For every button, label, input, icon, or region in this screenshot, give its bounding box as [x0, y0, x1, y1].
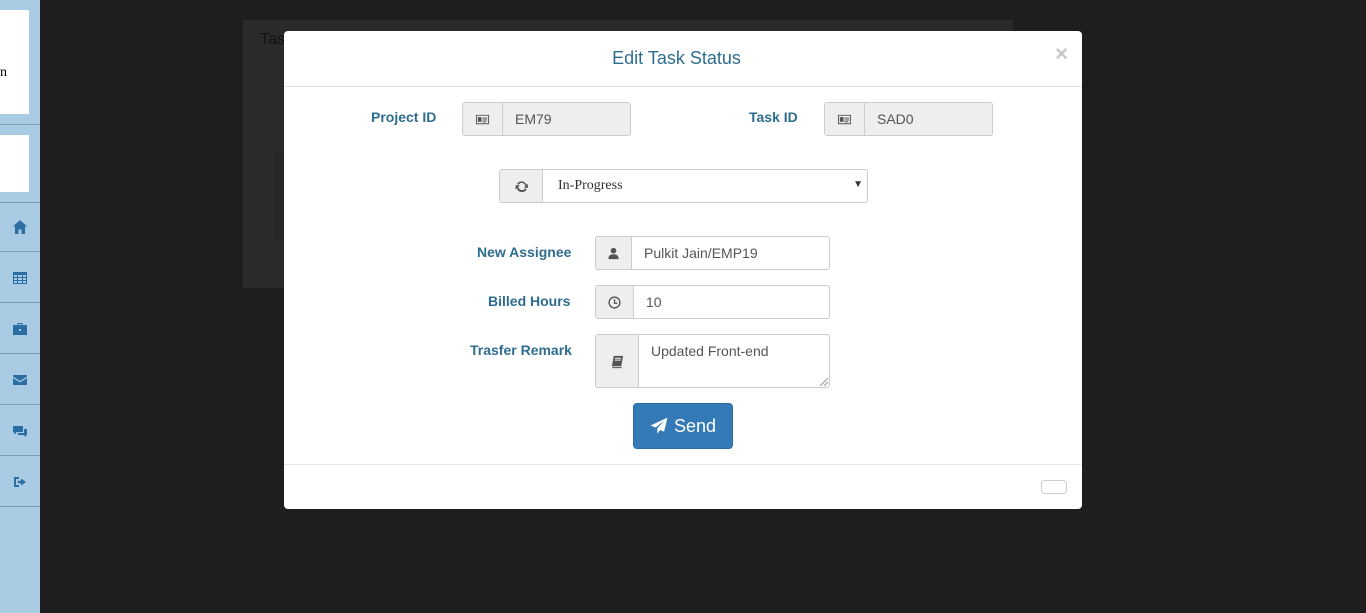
task-id-label: Task ID — [749, 109, 798, 125]
sign-out-icon — [14, 476, 26, 487]
status-selected-value: In-Progress — [558, 178, 623, 193]
new-assignee-field: Pulkit Jain/EMP19 — [595, 236, 830, 270]
status-select[interactable]: In-Progress ▼ — [543, 170, 867, 202]
resize-handle-icon[interactable] — [820, 378, 828, 386]
billed-hours-label: Billed Hours — [488, 293, 571, 309]
sidebar-item-mail[interactable] — [0, 355, 40, 405]
edit-task-status-modal: Edit Task Status × Project ID EM79 Task … — [284, 31, 1082, 509]
transfer-remark-textarea[interactable]: Updated Front-end — [639, 335, 829, 387]
modal-header: Edit Task Status × — [284, 31, 1082, 87]
sidebar-profile-box — [0, 135, 29, 192]
background-panel-title: Tas — [260, 31, 285, 48]
send-button[interactable]: Send — [633, 403, 733, 449]
comments-icon — [13, 425, 27, 437]
task-id-input[interactable]: SAD0 — [865, 103, 992, 135]
paper-plane-icon — [650, 417, 668, 434]
billed-hours-field: 10 — [595, 285, 830, 319]
footer-close-button[interactable] — [1041, 480, 1067, 494]
logo-text: n — [0, 65, 7, 80]
transfer-remark-text: Updated Front-end — [651, 343, 769, 359]
transfer-remark-field: Updated Front-end — [595, 334, 830, 388]
new-assignee-input[interactable]: Pulkit Jain/EMP19 — [632, 237, 829, 269]
id-card-icon — [825, 103, 865, 135]
project-id-label: Project ID — [371, 109, 437, 125]
sidebar: n — [0, 0, 40, 613]
sidebar-item-table[interactable] — [0, 253, 40, 303]
table-icon — [13, 271, 27, 284]
logo: n — [0, 10, 29, 114]
briefcase-icon — [13, 322, 27, 335]
modal-title: Edit Task Status — [612, 48, 741, 68]
new-assignee-label: New Assignee — [477, 244, 572, 260]
clock-icon — [596, 286, 634, 318]
sidebar-divider — [0, 124, 40, 125]
envelope-icon — [13, 374, 27, 385]
transfer-remark-label: Trasfer Remark — [470, 342, 572, 358]
chevron-down-icon: ▼ — [853, 179, 863, 190]
close-button[interactable]: × — [1055, 43, 1068, 65]
id-card-icon — [463, 103, 503, 135]
task-id-field: SAD0 — [824, 102, 993, 136]
home-icon — [13, 220, 27, 234]
refresh-icon — [500, 170, 543, 202]
sidebar-item-chat[interactable] — [0, 406, 40, 456]
send-label: Send — [673, 415, 717, 436]
project-id-field: EM79 — [462, 102, 631, 136]
status-field: In-Progress ▼ — [499, 169, 868, 203]
modal-footer-divider — [284, 464, 1082, 465]
sidebar-item-home[interactable] — [0, 202, 40, 252]
project-id-input[interactable]: EM79 — [503, 103, 630, 135]
user-icon — [596, 237, 632, 269]
billed-hours-input[interactable]: 10 — [634, 286, 829, 318]
sidebar-item-logout[interactable] — [0, 457, 40, 507]
sidebar-item-briefcase[interactable] — [0, 304, 40, 354]
book-icon — [596, 335, 639, 387]
